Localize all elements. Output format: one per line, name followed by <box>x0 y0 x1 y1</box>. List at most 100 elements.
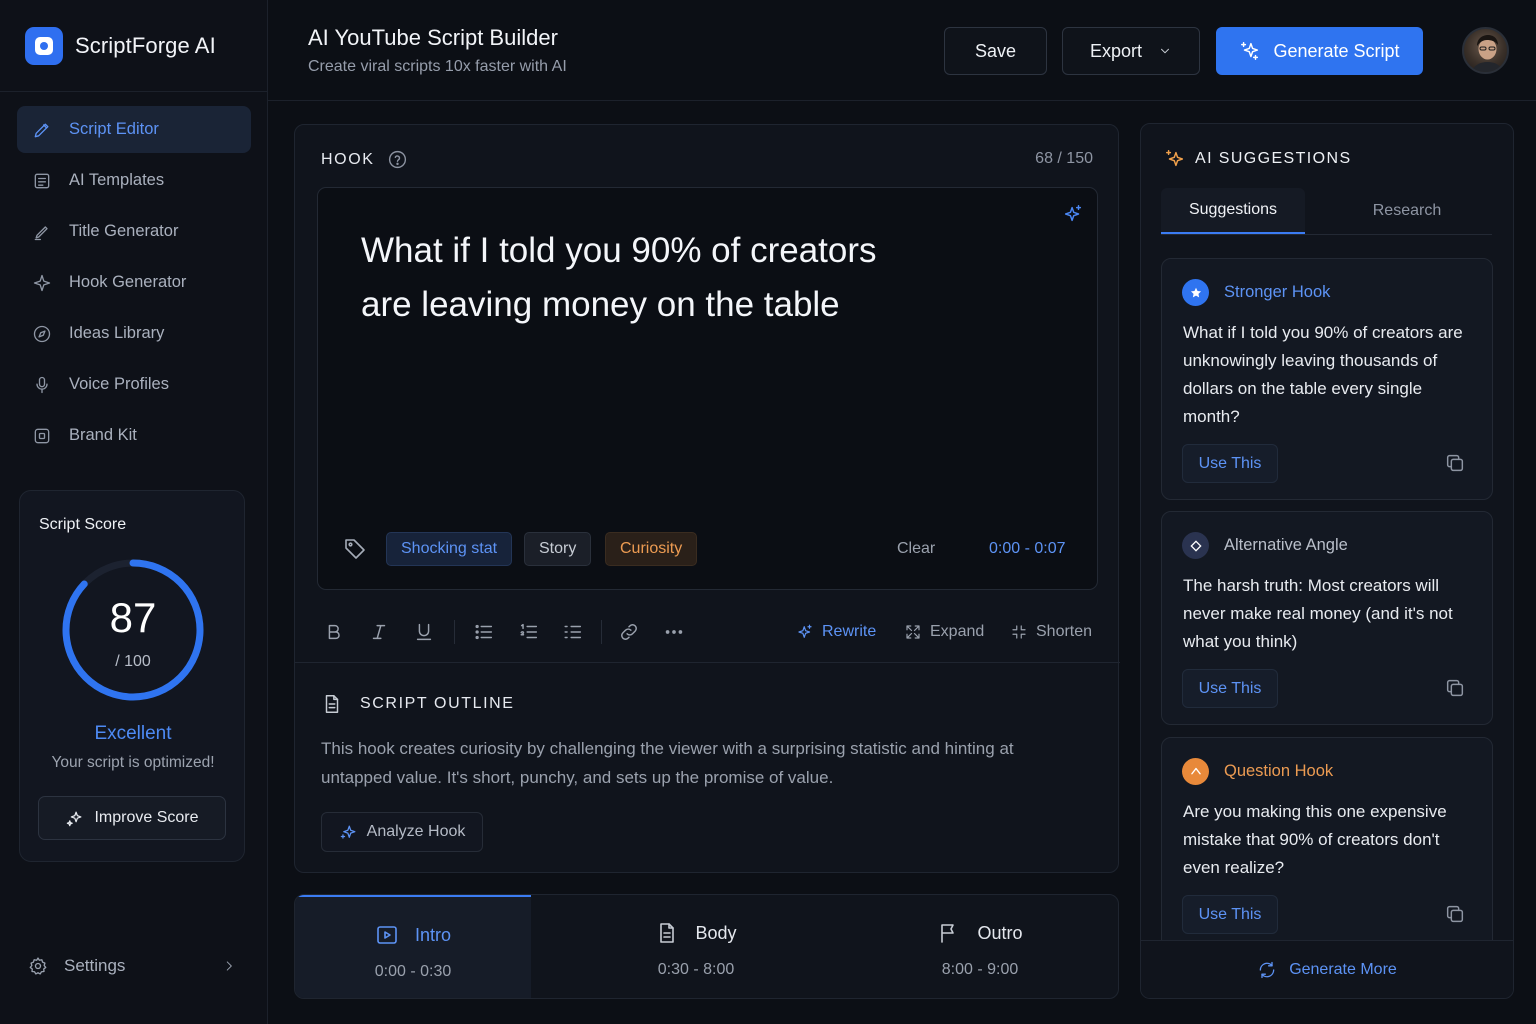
numbered-list-icon[interactable] <box>518 621 540 643</box>
copy-icon[interactable] <box>1444 903 1466 925</box>
avatar[interactable] <box>1462 27 1509 74</box>
save-button[interactable]: Save <box>944 27 1047 75</box>
shorten-button[interactable]: Shorten <box>1010 620 1092 644</box>
clear-button[interactable]: Clear <box>897 540 935 558</box>
analyze-hook-label: Analyze Hook <box>366 823 466 840</box>
sidebar: ScriptForge AI Script Editor AI Template… <box>0 0 268 1024</box>
brand-name: ScriptForge AI <box>75 32 216 58</box>
suggestion-type: Question Hook <box>1224 762 1334 780</box>
use-this-button[interactable]: Use This <box>1182 669 1278 708</box>
microphone-icon <box>36 376 48 393</box>
export-button[interactable]: Export <box>1062 27 1200 75</box>
ai-suggestions-title: AI SUGGESTIONS <box>1164 148 1352 170</box>
suggestion-text: Are you making this one expensive mistak… <box>1183 802 1447 877</box>
video-play-icon <box>377 926 397 944</box>
export-label: Export <box>1089 40 1143 61</box>
ai-suggestions-label: AI SUGGESTIONS <box>1195 150 1352 167</box>
section-tab-intro[interactable]: Intro 0:00 - 0:30 <box>295 895 531 998</box>
document-icon <box>325 695 339 713</box>
analyze-hook-button[interactable]: Analyze Hook <box>321 812 483 852</box>
ai-sparkle-icon[interactable] <box>1062 203 1084 225</box>
script-score-card: Script Score 87 / 100 Excellent Your scr… <box>19 490 245 862</box>
settings-link[interactable]: Settings <box>28 950 240 982</box>
suggestion-text: What if I told you 90% of creators are u… <box>1183 323 1463 426</box>
script-outline-title: SCRIPT OUTLINE <box>321 693 515 715</box>
sidebar-item-ideas-library[interactable]: Ideas Library <box>17 310 251 357</box>
score-subtitle: Your script is optimized! <box>51 754 215 771</box>
section-tab-body[interactable]: Body 0:30 - 8:00 <box>578 895 814 998</box>
underline-icon[interactable] <box>413 621 435 643</box>
sidebar-item-label: Brand Kit <box>69 426 137 444</box>
score-rating: Excellent <box>94 723 172 744</box>
link-icon[interactable] <box>618 621 640 643</box>
copy-icon[interactable] <box>1444 452 1466 474</box>
pencil-icon <box>34 123 49 137</box>
hook-time-range: 0:00 - 0:07 <box>989 540 1066 557</box>
sidebar-item-brand-kit[interactable]: Brand Kit <box>17 412 251 459</box>
brand-logo-icon <box>25 26 63 65</box>
sidebar-item-voice-profiles[interactable]: Voice Profiles <box>17 361 251 408</box>
generate-more-button[interactable]: Generate More <box>1141 940 1513 998</box>
rewrite-button[interactable]: Rewrite <box>796 620 876 644</box>
sidebar-item-ai-templates[interactable]: AI Templates <box>17 157 251 204</box>
sidebar-item-hook-generator[interactable]: Hook Generator <box>17 259 251 306</box>
tab-suggestions[interactable]: Suggestions <box>1161 188 1305 234</box>
hook-label: HOOK <box>321 149 408 170</box>
character-count: 68 / 150 <box>1035 150 1093 167</box>
score-value: 87 <box>109 594 157 641</box>
shorten-icon <box>1012 625 1026 639</box>
settings-label: Settings <box>64 956 126 975</box>
help-icon[interactable] <box>387 149 408 170</box>
hook-editor[interactable]: What if I told you 90% of creators are l… <box>317 187 1098 590</box>
use-this-button[interactable]: Use This <box>1182 895 1278 934</box>
chevron-right-icon <box>226 961 232 971</box>
ai-suggestions-panel: AI SUGGESTIONS Suggestions Research Stro… <box>1140 123 1514 999</box>
use-this-button[interactable]: Use This <box>1182 444 1278 483</box>
improve-score-label: Improve Score <box>94 809 199 826</box>
expand-button[interactable]: Expand <box>904 620 984 644</box>
tag-chip[interactable]: Shocking stat <box>386 532 513 566</box>
flag-icon <box>941 924 955 943</box>
gear-icon <box>29 957 47 975</box>
bold-icon[interactable] <box>323 621 345 643</box>
bullet-list-icon[interactable] <box>473 621 495 643</box>
pen-icon <box>34 225 48 240</box>
page-subtitle: Create viral scripts 10x faster with AI <box>308 58 567 75</box>
user-avatar-icon <box>1471 35 1504 72</box>
sidebar-item-title-generator[interactable]: Title Generator <box>17 208 251 255</box>
compass-icon <box>33 325 51 342</box>
template-icon <box>34 173 50 188</box>
hook-text[interactable]: What if I told you 90% of creators are l… <box>361 224 931 332</box>
refresh-icon <box>1259 961 1275 978</box>
page-title: AI YouTube Script Builder <box>308 25 558 50</box>
formatting-toolbar: Rewrite Expand Shorten <box>295 605 1120 663</box>
tag-chip[interactable]: Curiosity <box>605 532 698 566</box>
script-outline-label: SCRIPT OUTLINE <box>360 695 515 712</box>
generate-script-button[interactable]: Generate Script <box>1216 27 1423 75</box>
italic-icon[interactable] <box>368 621 390 643</box>
section-label: Intro <box>414 924 452 945</box>
tag-chip[interactable]: Story <box>524 532 592 566</box>
sidebar-item-script-editor[interactable]: Script Editor <box>17 106 251 153</box>
sidebar-item-label: Title Generator <box>69 222 179 240</box>
checklist-icon[interactable] <box>562 621 584 643</box>
copy-icon[interactable] <box>1444 677 1466 699</box>
suggestion-text: The harsh truth: Most creators will neve… <box>1183 576 1453 651</box>
tab-research[interactable]: Research <box>1337 188 1477 234</box>
ai-tabs: Suggestions Research <box>1161 188 1492 235</box>
score-title: Script Score <box>39 516 127 533</box>
sparkle-icon <box>67 811 82 826</box>
more-icon[interactable] <box>663 621 685 643</box>
sparkle-icon <box>33 274 51 291</box>
section-tab-outro[interactable]: Outro 8:00 - 9:00 <box>862 895 1098 998</box>
section-label: Body <box>695 922 737 943</box>
script-outline-text: This hook creates curiosity by challengi… <box>321 739 1014 787</box>
brand[interactable]: ScriptForge AI <box>0 0 267 92</box>
section-time: 0:00 - 0:30 <box>374 963 452 980</box>
improve-score-button[interactable]: Improve Score <box>38 796 226 840</box>
shorten-label: Shorten <box>1036 623 1093 640</box>
sparkle-icon <box>1166 150 1184 167</box>
document-icon <box>660 923 675 943</box>
generate-script-label: Generate Script <box>1273 40 1400 61</box>
suggestion-type: Stronger Hook <box>1224 283 1331 301</box>
